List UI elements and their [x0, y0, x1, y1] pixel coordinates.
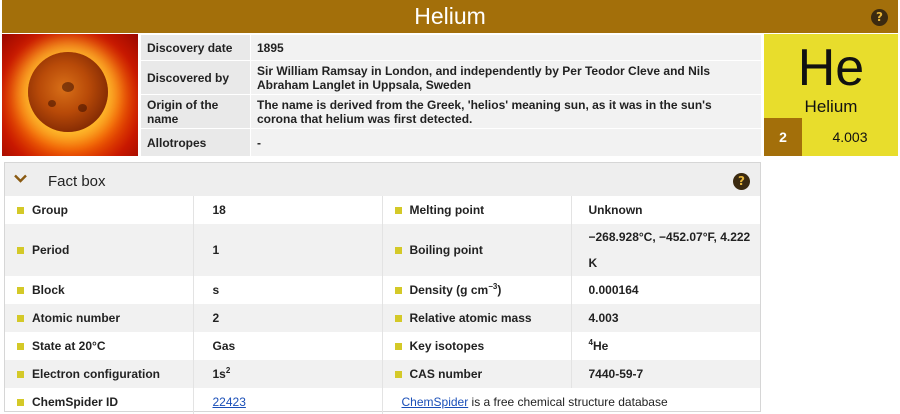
element-symbol: He	[797, 39, 865, 97]
bullet-icon	[394, 343, 402, 350]
discovery-label: Origin of the name	[140, 94, 251, 129]
atomic-mass: 4.003	[832, 129, 868, 145]
fact-value: 2	[193, 304, 383, 332]
fact-box-header[interactable]: Fact box ?	[5, 163, 760, 196]
fact-value: −268.928°C, −452.07°F, 4.222 K	[571, 224, 760, 276]
bullet-icon	[17, 343, 24, 350]
fact-value: 4.003	[571, 304, 760, 332]
bullet-icon	[17, 315, 24, 322]
fact-label: Group	[32, 203, 68, 217]
discovery-table: Discovery date 1895 Discovered by Sir Wi…	[140, 34, 762, 157]
chemspider-note: ChemSpider is a free chemical structure …	[401, 395, 668, 409]
bullet-icon	[17, 247, 24, 254]
bullet-icon	[17, 207, 24, 214]
element-name: Helium	[804, 97, 858, 116]
fact-label: Key isotopes	[409, 339, 485, 353]
fact-row: State at 20°C Gas Key isotopes 4He	[5, 332, 760, 360]
discovery-value: -	[250, 128, 762, 157]
fact-row: ChemSpider ID 22423 ChemSpider is a free…	[5, 388, 760, 414]
fact-label: Density (g cm−3)	[409, 282, 502, 298]
discovery-label: Discovered by	[140, 60, 251, 95]
discovery-row: Allotropes -	[140, 128, 762, 157]
sunspot	[62, 82, 74, 92]
fact-value: Unknown	[588, 203, 643, 217]
fact-value: s	[193, 276, 383, 304]
fact-row: Group 18 Melting point Unknown	[5, 196, 760, 224]
element-header: Helium ?	[2, 0, 898, 33]
question-circle-icon[interactable]: ?	[733, 173, 750, 190]
bullet-icon	[17, 371, 24, 378]
question-circle-icon[interactable]: ?	[871, 9, 888, 26]
fact-label: Atomic number	[32, 311, 121, 325]
discovery-value: 1895	[250, 34, 762, 61]
bullet-icon	[17, 287, 24, 294]
fact-row: Block s Density (g cm−3) 0.000164	[5, 276, 760, 304]
fact-value: 4He	[588, 338, 609, 354]
fact-label: Block	[32, 283, 65, 297]
atomic-number-badge: 2	[764, 118, 802, 156]
fact-row: Atomic number 2 Relative atomic mass 4.0…	[5, 304, 760, 332]
discovery-row: Origin of the name The name is derived f…	[140, 94, 762, 129]
fact-label: Relative atomic mass	[409, 311, 532, 325]
bullet-icon	[394, 371, 402, 378]
fact-label: ChemSpider ID	[32, 395, 119, 409]
fact-row: Electron configuration 1s2 CAS number 74…	[5, 360, 760, 388]
fact-label: Melting point	[409, 203, 485, 217]
bullet-icon	[394, 207, 402, 214]
chemspider-id-link[interactable]: 22423	[213, 395, 246, 409]
sunspot	[78, 104, 87, 112]
fact-label: CAS number	[409, 367, 483, 381]
fact-value: 0.000164	[588, 283, 639, 297]
chemspider-link[interactable]: ChemSpider	[402, 395, 469, 409]
discovery-value: Sir William Ramsay in London, and indepe…	[250, 60, 762, 95]
fact-value: 1	[193, 224, 383, 276]
fact-box: Fact box ? Group 18 Melting point Unknow…	[4, 162, 761, 414]
discovery-value: The name is derived from the Greek, 'hel…	[250, 94, 762, 129]
discovery-label: Allotropes	[140, 128, 251, 157]
sun-orb	[28, 52, 108, 132]
fact-value: 18	[193, 196, 383, 224]
fact-label: Period	[32, 243, 70, 257]
element-tile: He Helium 2 4.003	[764, 34, 898, 156]
discovery-row: Discovery date 1895	[140, 34, 762, 61]
sun-image	[2, 34, 138, 156]
page-title: Helium	[414, 3, 486, 29]
bullet-icon	[17, 399, 24, 406]
bullet-icon	[394, 287, 402, 294]
fact-value: 1s2	[193, 360, 383, 388]
bullet-icon	[394, 247, 402, 254]
fact-label: Boiling point	[409, 243, 483, 257]
chevron-down-icon[interactable]	[14, 174, 27, 183]
sunspot	[48, 100, 56, 107]
discovery-label: Discovery date	[140, 34, 251, 61]
fact-value: 7440-59-7	[571, 360, 760, 388]
fact-label: Electron configuration	[32, 367, 161, 381]
fact-value: Gas	[193, 332, 383, 360]
bullet-icon	[394, 315, 402, 322]
fact-table: Group 18 Melting point Unknown Period 1 …	[5, 196, 760, 414]
discovery-row: Discovered by Sir William Ramsay in Lond…	[140, 60, 762, 95]
fact-label: State at 20°C	[32, 339, 106, 353]
fact-row: Period 1 Boiling point −268.928°C, −452.…	[5, 224, 760, 276]
